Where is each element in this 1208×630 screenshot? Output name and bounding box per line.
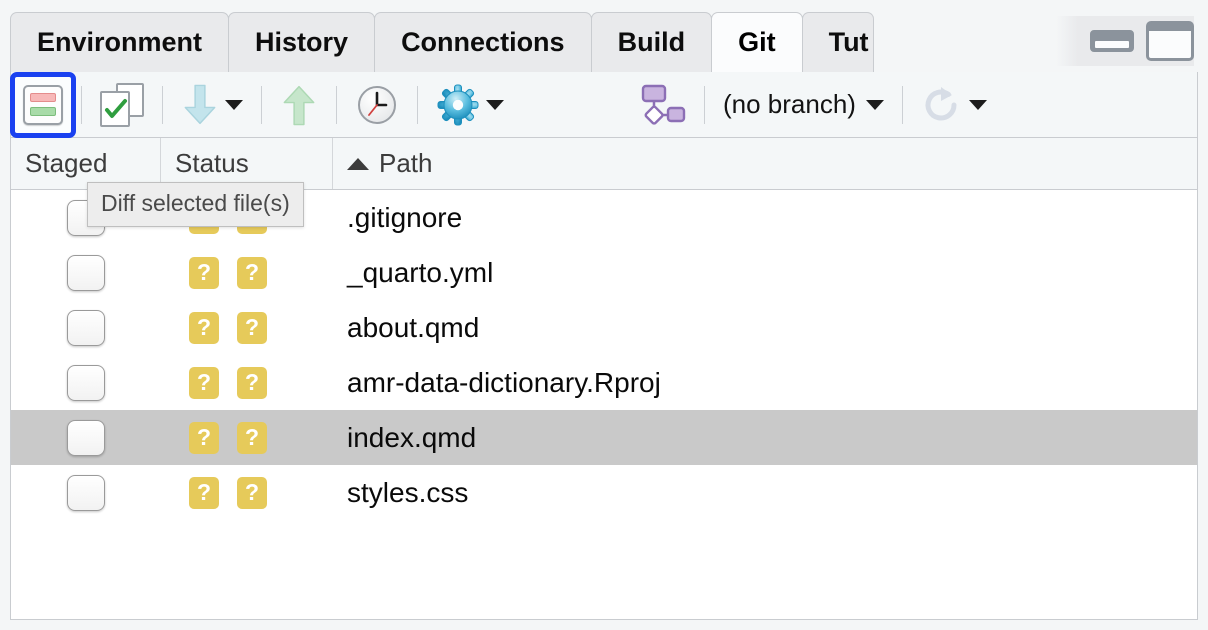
minimize-pane-icon[interactable] xyxy=(1090,30,1134,52)
pane-tab-strip: Environment History Connections Build Gi… xyxy=(10,10,1198,72)
status-badge-index: ? xyxy=(189,366,219,399)
git-file-list[interactable]: ? ? .gitignore ? ? _quarto.yml ? ? abou xyxy=(10,190,1198,620)
tab-label: History xyxy=(255,27,349,57)
diff-icon xyxy=(23,84,63,125)
history-button[interactable] xyxy=(347,77,407,133)
toolbar-separator xyxy=(261,85,262,124)
tab-history[interactable]: History xyxy=(228,12,376,72)
toolbar-separator xyxy=(81,85,82,124)
table-row[interactable]: ? ? amr-data-dictionary.Rproj xyxy=(11,355,1197,410)
toolbar-separator xyxy=(901,85,903,124)
gear-icon xyxy=(437,84,479,125)
pull-dropdown-caret-icon[interactable] xyxy=(225,99,243,110)
status-cell: ? ? xyxy=(161,476,333,509)
status-badge-index: ? xyxy=(189,476,219,509)
toolbar-separator xyxy=(704,85,705,124)
status-cell: ? ? xyxy=(161,311,333,344)
file-path: styles.css xyxy=(347,476,469,508)
branch-dropdown-caret-icon[interactable] xyxy=(865,99,884,110)
table-row[interactable]: ? ? styles.css xyxy=(11,465,1197,520)
tab-git[interactable]: Git xyxy=(711,12,803,72)
staged-cell xyxy=(11,364,161,401)
stage-checkbox[interactable] xyxy=(67,309,105,346)
commit-icon xyxy=(100,82,144,127)
stage-checkbox[interactable] xyxy=(67,254,105,291)
status-badge-worktree: ? xyxy=(237,366,267,399)
toolbar-separator xyxy=(162,85,163,124)
status-cell: ? ? xyxy=(161,256,333,289)
tab-label: Git xyxy=(738,27,776,57)
file-path: .gitignore xyxy=(347,201,463,233)
tooltip: Diff selected file(s) xyxy=(87,182,304,227)
status-badge-worktree: ? xyxy=(237,311,267,344)
new-branch-button[interactable] xyxy=(630,77,694,133)
staged-cell xyxy=(11,309,161,346)
branch-selector[interactable]: (no branch) xyxy=(715,77,892,133)
tab-label: Build xyxy=(617,27,686,57)
table-row[interactable]: ? ? index.qmd xyxy=(11,410,1197,465)
column-header-label: Staged xyxy=(25,148,108,178)
refresh-dropdown-caret-icon[interactable] xyxy=(968,99,987,110)
push-up-arrow-icon xyxy=(283,85,315,125)
tab-connections[interactable]: Connections xyxy=(374,12,592,72)
toolbar-separator xyxy=(417,85,418,124)
maximize-pane-icon[interactable] xyxy=(1146,21,1194,61)
staged-cell xyxy=(11,474,161,511)
refresh-button[interactable] xyxy=(913,77,995,133)
file-path: about.qmd xyxy=(347,311,480,343)
branch-name-label: (no branch) xyxy=(723,89,856,119)
file-path: index.qmd xyxy=(347,421,477,453)
column-header-label: Status xyxy=(175,148,249,178)
tab-label: Environment xyxy=(37,27,203,57)
stage-checkbox[interactable] xyxy=(67,474,105,511)
git-pane: Environment History Connections Build Gi… xyxy=(10,10,1198,620)
commit-button[interactable] xyxy=(92,77,152,133)
tab-label: Tut xyxy=(828,27,869,57)
more-dropdown-caret-icon[interactable] xyxy=(486,99,504,110)
table-row[interactable]: ? ? _quarto.yml xyxy=(11,245,1197,300)
clock-icon xyxy=(358,85,396,124)
column-header-label: Path xyxy=(379,148,433,178)
pull-down-arrow-icon xyxy=(184,84,216,124)
status-badge-worktree: ? xyxy=(237,476,267,509)
status-badge-index: ? xyxy=(189,421,219,454)
git-toolbar: (no branch) xyxy=(10,71,1198,138)
column-header-path[interactable]: Path xyxy=(333,138,1197,189)
status-cell: ? ? xyxy=(161,421,333,454)
file-path: _quarto.yml xyxy=(347,256,494,288)
file-path: amr-data-dictionary.Rproj xyxy=(347,366,661,398)
diff-button[interactable] xyxy=(10,71,76,138)
refresh-icon xyxy=(925,86,957,121)
branch-icon xyxy=(641,84,686,125)
tab-build[interactable]: Build xyxy=(590,12,713,72)
tab-environment[interactable]: Environment xyxy=(10,12,230,72)
table-row[interactable]: ? ? about.qmd xyxy=(11,300,1197,355)
status-badge-worktree: ? xyxy=(237,256,267,289)
stage-checkbox[interactable] xyxy=(67,364,105,401)
pane-window-controls xyxy=(1056,16,1194,66)
tab-tutorial[interactable]: Tut xyxy=(801,12,874,72)
status-cell: ? ? xyxy=(161,366,333,399)
status-badge-index: ? xyxy=(189,311,219,344)
pull-button[interactable] xyxy=(173,77,251,133)
stage-checkbox[interactable] xyxy=(67,419,105,456)
status-badge-index: ? xyxy=(189,256,219,289)
push-button[interactable] xyxy=(272,77,326,133)
tab-label: Connections xyxy=(401,27,565,57)
toolbar-separator xyxy=(336,85,337,124)
status-badge-worktree: ? xyxy=(237,421,267,454)
staged-cell xyxy=(11,254,161,291)
more-button[interactable] xyxy=(428,77,512,133)
sort-ascending-icon xyxy=(347,157,369,170)
staged-cell xyxy=(11,419,161,456)
